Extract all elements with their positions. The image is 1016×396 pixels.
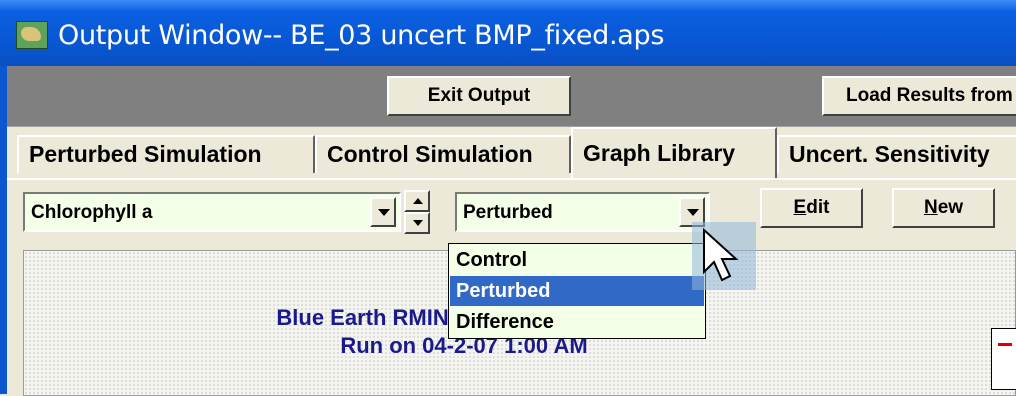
legend-series-line (998, 343, 1012, 346)
edit-label-rest: dit (806, 197, 830, 218)
graph-spinner[interactable] (404, 190, 430, 234)
app-icon[interactable] (16, 21, 48, 49)
load-results-button[interactable]: Load Results from (822, 76, 1016, 116)
run-mode-dropdown-list[interactable]: Control Perturbed Difference (448, 243, 706, 339)
mouse-pointer-icon (692, 222, 756, 290)
graph-legend (991, 328, 1016, 390)
variable-dropdown-button[interactable] (370, 197, 396, 227)
client-area: Exit Output Load Results from Perturbed … (7, 66, 1016, 396)
exit-output-button[interactable]: Exit Output (387, 76, 571, 116)
title-bar[interactable]: Output Window-- BE_03 uncert BMP_fixed.a… (0, 0, 1016, 66)
spin-down-button[interactable] (404, 212, 430, 234)
dropdown-option-difference[interactable]: Difference (450, 307, 704, 337)
edit-button[interactable]: Edit (760, 188, 863, 228)
tab-control-simulation[interactable]: Control Simulation (315, 135, 571, 173)
run-mode-select[interactable]: Perturbed (455, 192, 710, 232)
dropdown-option-control[interactable]: Control (450, 245, 704, 275)
new-hotkey: N (923, 197, 938, 218)
arrow-up-icon (413, 198, 423, 204)
window-title: Output Window-- BE_03 uncert BMP_fixed.a… (58, 20, 665, 51)
spin-up-button[interactable] (404, 190, 430, 212)
tab-graph-library[interactable]: Graph Library (571, 127, 777, 179)
tab-perturbed-simulation[interactable]: Perturbed Simulation (17, 135, 315, 173)
tab-uncert-sensitivity[interactable]: Uncert. Sensitivity (777, 135, 1016, 173)
toolbar: Exit Output Load Results from (7, 66, 1016, 126)
chevron-down-icon (378, 209, 390, 216)
dropdown-option-perturbed[interactable]: Perturbed (450, 276, 704, 306)
tab-strip: Perturbed Simulation Control Simulation … (7, 126, 1016, 179)
output-window: Output Window-- BE_03 uncert BMP_fixed.a… (0, 0, 1016, 396)
new-button[interactable]: New (892, 188, 995, 228)
edit-hotkey: E (793, 197, 807, 218)
run-mode-select-value: Perturbed (463, 202, 553, 223)
variable-select-value: Chlorophyll a (31, 202, 153, 223)
arrow-down-icon (413, 220, 423, 226)
new-label-rest: ew (937, 197, 964, 218)
variable-select[interactable]: Chlorophyll a (23, 192, 401, 232)
chevron-down-icon (687, 209, 699, 216)
